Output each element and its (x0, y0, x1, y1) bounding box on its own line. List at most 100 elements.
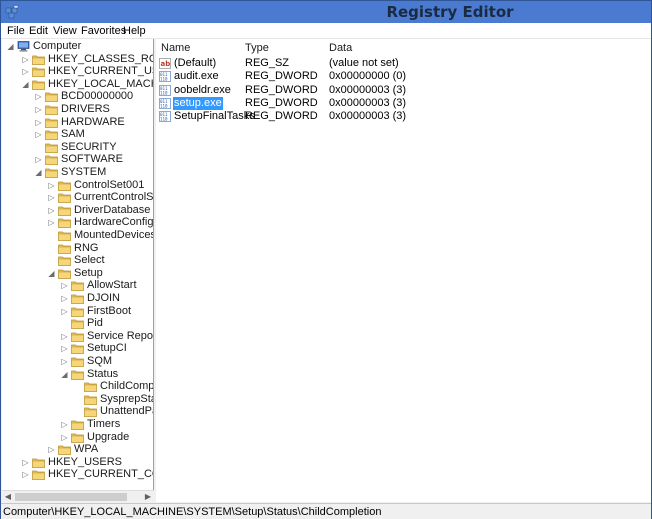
tree-node[interactable]: ▷ HKEY_CLASSES_ROOT (21, 52, 153, 66)
title-bar[interactable]: Registry Editor (1, 1, 651, 23)
value-row[interactable]: ab (Default) REG_SZ (value not set) (156, 57, 651, 70)
expand-arrow-icon[interactable]: ▷ (47, 179, 56, 192)
tree-node[interactable]: ▷ WPA (47, 443, 153, 456)
menu-edit[interactable]: Edit (27, 24, 50, 38)
tree-node[interactable]: ▷ FirstBoot (60, 305, 153, 318)
collapse-arrow-icon[interactable]: ◢ (47, 267, 56, 280)
folder-icon (32, 471, 45, 481)
tree-node[interactable]: ▷ SAM (34, 128, 153, 141)
expand-arrow-icon[interactable]: ▷ (34, 103, 43, 116)
tree-node-label: SysprepStatus (100, 392, 153, 405)
tree-node[interactable]: ▷ SQM (60, 355, 153, 368)
value-row[interactable]: 011 110 audit.exe REG_DWORD 0x00000000 (0) (156, 70, 651, 83)
tree-node[interactable]: ▷ Upgrade (60, 431, 153, 444)
folder-icon (58, 219, 71, 229)
tree-node[interactable]: SysprepStatus (73, 392, 153, 406)
expand-arrow-icon[interactable]: ▷ (34, 116, 43, 129)
tree-node[interactable]: ◢ Setup (47, 267, 153, 280)
tree-node[interactable]: ▷ Service Reporting (60, 330, 153, 343)
menu-help[interactable]: Help (121, 24, 148, 38)
tree-node[interactable]: ChildComplet (73, 380, 154, 393)
folder-icon (58, 269, 71, 279)
tree-node[interactable]: UnattendPass (73, 405, 153, 418)
tree-node[interactable]: ▷ SOFTWARE (34, 153, 153, 166)
expand-arrow-icon[interactable]: ▷ (60, 431, 69, 444)
tree-node[interactable]: MountedDevices (47, 229, 153, 242)
tree-node[interactable]: ◢ HKEY_LOCAL_MACHINE (21, 78, 153, 91)
tree-node-label: HKEY_CLASSES_ROOT (48, 52, 153, 65)
expand-arrow-icon[interactable]: ▷ (47, 204, 56, 217)
menu-view[interactable]: View (51, 24, 79, 38)
collapse-arrow-icon[interactable]: ◢ (34, 166, 43, 179)
tree-node[interactable]: SECURITY (34, 141, 153, 154)
expand-arrow-icon[interactable]: ▷ (60, 355, 69, 368)
tree-node[interactable]: ▷ SetupCI (60, 342, 153, 355)
tree-node[interactable]: RNG (47, 241, 153, 255)
folder-icon (45, 168, 58, 178)
tree-node[interactable]: Select (47, 254, 153, 267)
tree-node[interactable]: ◢ Computer (6, 40, 153, 53)
expand-arrow-icon[interactable]: ▷ (47, 216, 56, 229)
value-row[interactable]: 011 110 SetupFinalTasks REG_DWORD 0x00000003… (156, 110, 651, 123)
tree-node-label: Select (74, 254, 105, 267)
tree-node-label: ChildComplet (100, 380, 154, 393)
expand-arrow-icon[interactable]: ▷ (60, 305, 69, 318)
tree-node[interactable]: Pid (60, 317, 153, 330)
string-value-icon: ab (159, 58, 171, 69)
value-row[interactable]: 011 110 oobeldr.exe REG_DWORD 0x00000003 (3) (156, 84, 651, 97)
folder-icon (71, 345, 84, 355)
scroll-thumb[interactable] (15, 493, 127, 501)
tree-node[interactable]: ▷ HKEY_USERS (21, 456, 153, 469)
tree-node-label: CurrentControlSet (74, 191, 154, 204)
tree-node[interactable]: ▷ CurrentControlSet (47, 191, 154, 204)
tree-node-label: HardwareConfig (74, 216, 154, 229)
collapse-arrow-icon[interactable]: ◢ (6, 40, 15, 53)
tree-node[interactable]: ▷ Timers (60, 418, 153, 431)
tree-node[interactable]: ▷ HARDWARE (34, 116, 153, 129)
folder-icon (58, 256, 71, 267)
expand-arrow-icon[interactable]: ▷ (60, 418, 69, 431)
tree-node[interactable]: ◢ SYSTEM (34, 166, 153, 179)
collapse-arrow-icon[interactable]: ◢ (21, 78, 30, 91)
key-tree-pane[interactable]: ◢Computer▷HKEY_CLASSES_ROOT▷HKEY_CURRENT… (2, 39, 154, 502)
tree-node-label: RNG (74, 241, 99, 254)
values-list-pane[interactable]: Name Type Data ab (Default) REG_SZ (value n… (156, 39, 651, 502)
expand-arrow-icon[interactable]: ▷ (60, 330, 69, 343)
tree-node[interactable]: ▷ AllowStart (60, 279, 153, 292)
svg-text:ab: ab (161, 60, 171, 68)
folder-icon (71, 420, 84, 430)
column-header-data[interactable]: Data (329, 42, 352, 54)
scroll-left-icon[interactable]: ◀ (2, 491, 14, 503)
tree-node[interactable]: ▷ DJOIN (60, 292, 153, 305)
scroll-right-icon[interactable]: ▶ (142, 491, 154, 503)
expand-arrow-icon[interactable]: ▷ (34, 90, 43, 103)
expand-arrow-icon[interactable]: ▷ (34, 128, 43, 141)
value-row[interactable]: 011 110 setup.exe REG_DWORD 0x00000003 (3) (156, 96, 651, 110)
expand-arrow-icon[interactable]: ▷ (21, 53, 30, 66)
expand-arrow-icon[interactable]: ▷ (60, 292, 69, 305)
expand-arrow-icon[interactable]: ▷ (21, 456, 30, 469)
tree-node[interactable]: ◢ Status (60, 368, 153, 381)
expand-arrow-icon[interactable]: ▷ (60, 342, 69, 355)
collapse-arrow-icon[interactable]: ◢ (60, 368, 69, 381)
column-header-type[interactable]: Type (245, 42, 269, 54)
tree-node[interactable]: ▷ ControlSet001 (47, 179, 153, 192)
value-type: REG_DWORD (245, 83, 318, 96)
tree-node[interactable]: ▷ HardwareConfig (47, 216, 154, 229)
tree-node[interactable]: ▷ BCD00000000 (34, 90, 153, 103)
tree-horizontal-scrollbar[interactable]: ◀ ▶ (2, 490, 154, 502)
tree-node[interactable]: ▷ HKEY_CURRENT_USER (21, 65, 153, 78)
folder-icon (71, 370, 84, 380)
expand-arrow-icon[interactable]: ▷ (47, 443, 56, 456)
expand-arrow-icon[interactable]: ▷ (60, 279, 69, 292)
tree-node[interactable]: ▷ DriverDatabase (47, 204, 153, 217)
tree-node[interactable]: ▷ DRIVERS (34, 103, 153, 116)
expand-arrow-icon[interactable]: ▷ (34, 153, 43, 166)
window-title: Registry Editor (386, 3, 514, 21)
tree-node[interactable]: ▷ HKEY_CURRENT_CONFIG (21, 468, 153, 481)
expand-arrow-icon[interactable]: ▷ (21, 65, 30, 78)
expand-arrow-icon[interactable]: ▷ (47, 191, 56, 204)
expand-arrow-icon[interactable]: ▷ (21, 468, 30, 481)
menu-file[interactable]: File (5, 24, 27, 38)
column-header-name[interactable]: Name (161, 42, 190, 54)
